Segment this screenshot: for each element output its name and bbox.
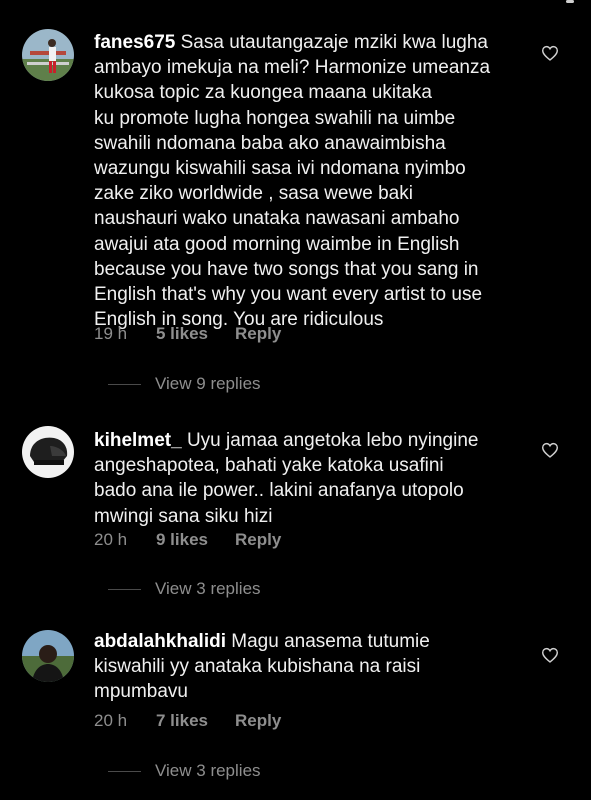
likes-count[interactable]: 9 likes — [156, 530, 235, 550]
view-replies-label: View 3 replies — [155, 761, 261, 780]
status-indicator — [566, 0, 574, 3]
reply-button[interactable]: Reply — [235, 711, 281, 731]
comment-text: abdalahkhalidi Magu anasema tutumie kisw… — [94, 629, 534, 705]
avatar[interactable] — [22, 630, 74, 682]
comment-body: Sasa utautangazaje mziki kwa lugha ambay… — [94, 32, 491, 331]
comment-time: 20 h — [94, 711, 128, 730]
view-replies-label: View 3 replies — [155, 579, 261, 598]
comment-time: 19 h — [94, 324, 128, 343]
view-replies-label: View 9 replies — [155, 374, 261, 393]
replies-divider — [108, 770, 141, 772]
reply-button[interactable]: Reply — [235, 530, 281, 550]
heart-icon[interactable] — [541, 45, 559, 61]
comment-meta: 19 h 5 likes Reply — [94, 324, 281, 344]
reply-button[interactable]: Reply — [235, 324, 281, 344]
comment-username[interactable]: abdalahkhalidi — [94, 631, 226, 652]
avatar[interactable] — [22, 29, 74, 81]
comment-text: kihelmet_ Uyu jamaa angetoka lebo nyingi… — [94, 428, 534, 529]
comment-username[interactable]: kihelmet_ — [94, 430, 182, 451]
heart-icon[interactable] — [541, 647, 559, 663]
comment-text: fanes675 Sasa utautangazaje mziki kwa lu… — [94, 30, 534, 332]
replies-divider — [108, 588, 141, 590]
comment-meta: 20 h 9 likes Reply — [94, 530, 281, 550]
comment-meta: 20 h 7 likes Reply — [94, 711, 281, 731]
likes-count[interactable]: 5 likes — [156, 324, 235, 344]
view-replies-button[interactable]: View 3 replies — [108, 761, 261, 781]
view-replies-button[interactable]: View 3 replies — [108, 579, 261, 599]
avatar[interactable] — [22, 426, 74, 478]
likes-count[interactable]: 7 likes — [156, 711, 235, 731]
replies-divider — [108, 383, 141, 385]
heart-icon[interactable] — [541, 442, 559, 458]
view-replies-button[interactable]: View 9 replies — [108, 374, 261, 394]
comment-time: 20 h — [94, 530, 128, 549]
comment-username[interactable]: fanes675 — [94, 32, 175, 53]
